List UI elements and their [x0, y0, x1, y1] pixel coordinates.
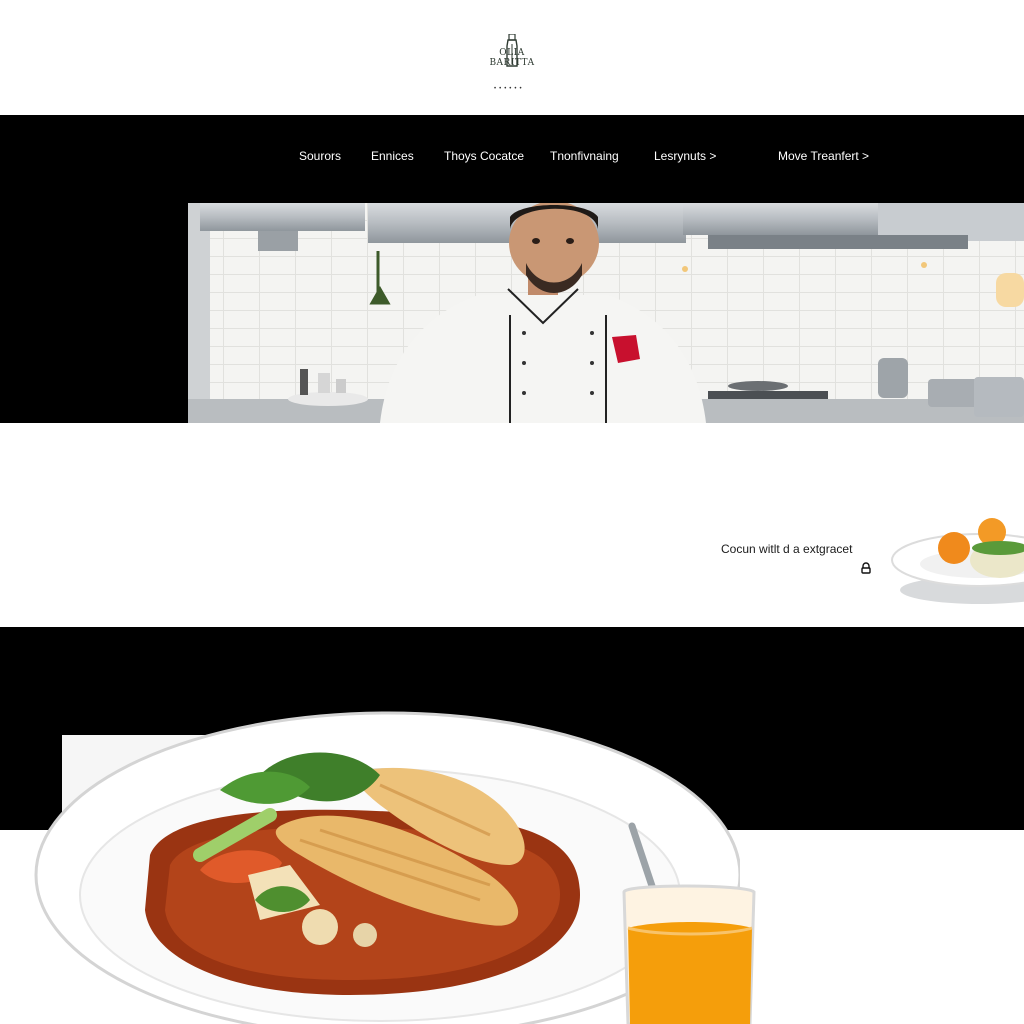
- nav-item-move-treanfert[interactable]: Move Treanfert >: [778, 149, 869, 163]
- nav-item-ennices[interactable]: Ennices: [371, 149, 414, 163]
- hero-left-panel: [0, 203, 188, 423]
- hero-chef-image: [188, 203, 1024, 423]
- juice-glass: [622, 822, 756, 1024]
- brand-logo[interactable]: OLIA BARITTA: [480, 34, 544, 70]
- nav-item-tnonfivnaing[interactable]: Tnonfivnaing: [550, 149, 619, 163]
- juice-glass-image: [616, 820, 766, 1024]
- side-plate-image: [890, 510, 1024, 615]
- nav-item-lesrynuts[interactable]: Lesrynuts >: [654, 149, 716, 163]
- fruit-plate: [891, 518, 1024, 604]
- feature-caption: Cocun witlt d a extgracet: [721, 542, 853, 556]
- nav-item-sourors[interactable]: Sourors: [299, 149, 341, 163]
- logo-text: OLIA BARITTA: [489, 48, 535, 68]
- site-header: OLIA BARITTA ••••••: [0, 0, 1024, 115]
- feature-section: [0, 423, 1024, 627]
- kitchen-scene: [188, 203, 1024, 423]
- logo-dots: ••••••: [494, 86, 525, 92]
- lock-icon[interactable]: [860, 562, 872, 574]
- main-nav: Sourors Ennices Thoys Cocatce Tnonfivnai…: [0, 115, 1024, 203]
- nav-item-thoys-cocatce[interactable]: Thoys Cocatce: [444, 149, 524, 163]
